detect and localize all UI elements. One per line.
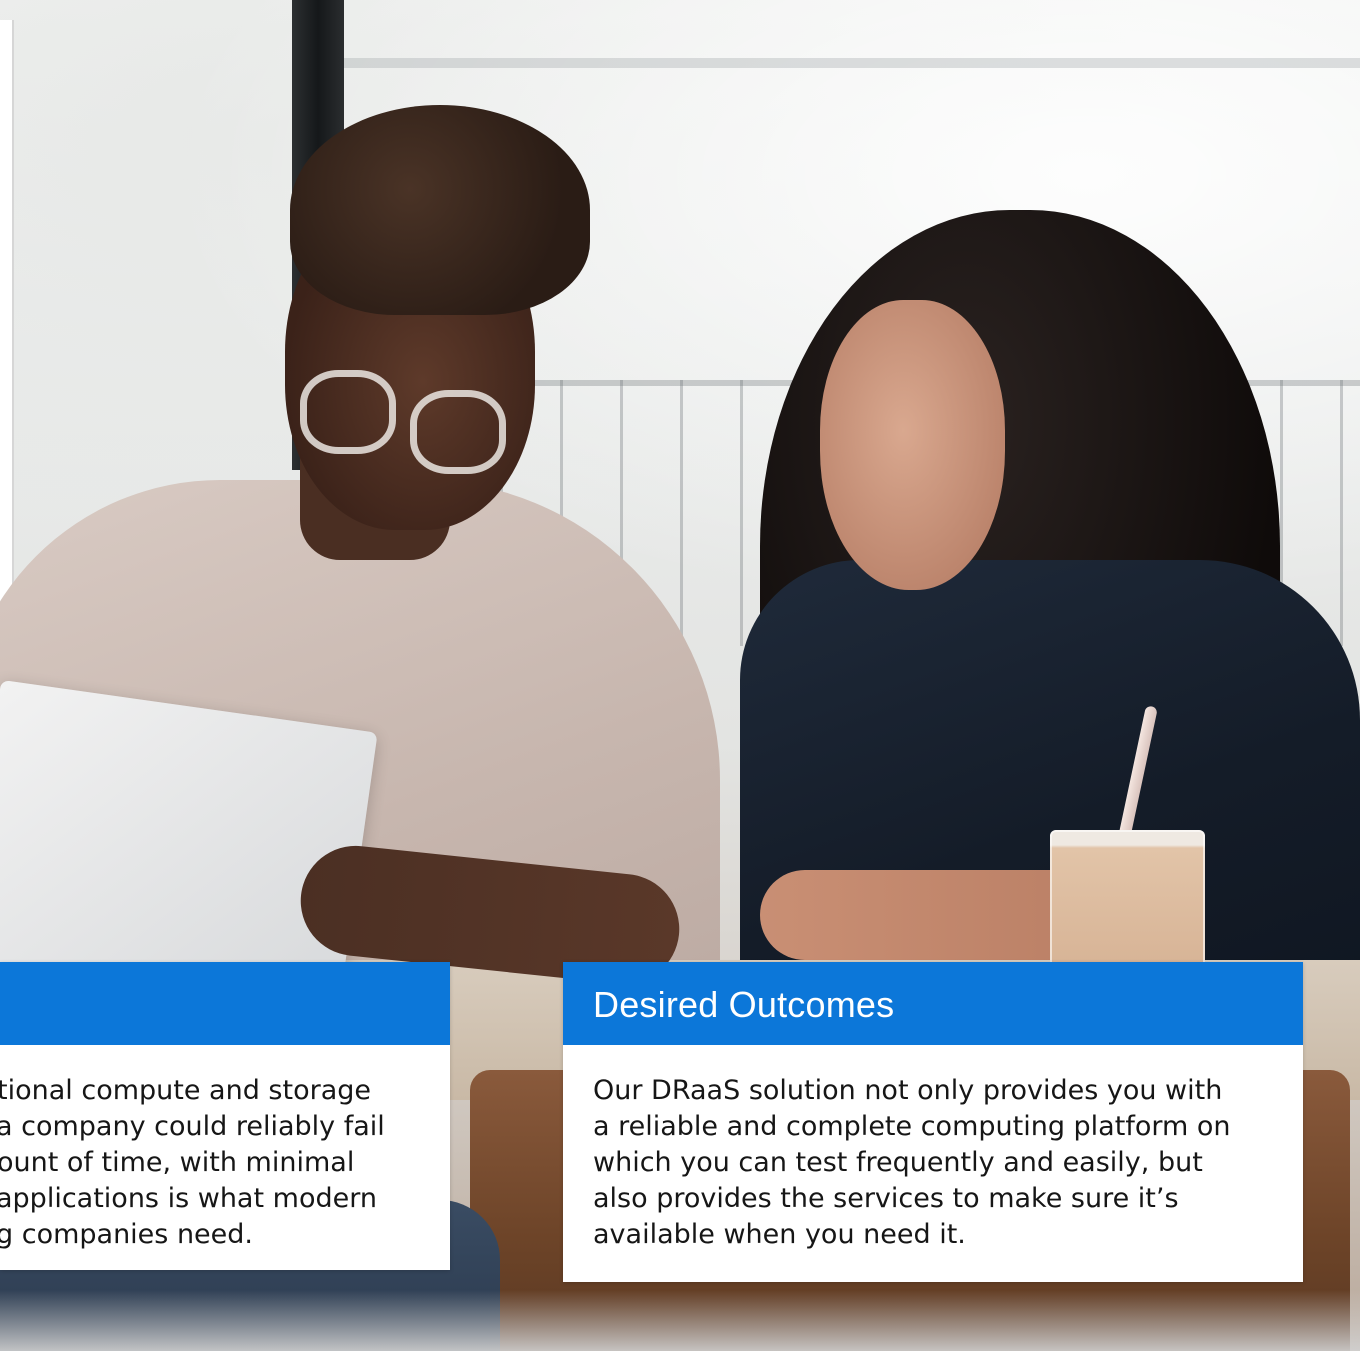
outcome-text-line-3: which you can test frequently and easily… bbox=[593, 1147, 1203, 1178]
iced-coffee-cup bbox=[1050, 830, 1205, 980]
challenge-text-line-2: a company could reliably fail bbox=[0, 1111, 385, 1142]
desired-outcomes-card: Desired Outcomes Our DRaaS solution not … bbox=[563, 962, 1303, 1282]
man-hair bbox=[290, 105, 590, 315]
tablet-device bbox=[0, 679, 378, 1011]
glasses-right-lens bbox=[410, 390, 506, 474]
challenge-card-body: tional compute and storage a company cou… bbox=[0, 1045, 450, 1253]
challenge-text-line-5: g companies need. bbox=[0, 1219, 254, 1250]
floor-fade bbox=[0, 1290, 1360, 1351]
desired-outcomes-body: Our DRaaS solution not only provides you… bbox=[563, 1045, 1303, 1253]
glasses-left-lens bbox=[300, 370, 396, 454]
outcome-text-line-5: available when you need it. bbox=[593, 1219, 966, 1250]
outcome-text-line-1: Our DRaaS solution not only provides you… bbox=[593, 1075, 1223, 1106]
challenge-text-line-4: applications is what modern bbox=[0, 1183, 377, 1214]
desired-outcomes-header: Desired Outcomes bbox=[563, 962, 1303, 1045]
outcome-text-line-4: also provides the services to make sure … bbox=[593, 1183, 1179, 1214]
challenge-text-line-3: ount of time, with minimal bbox=[0, 1147, 355, 1178]
challenge-card-header bbox=[0, 962, 450, 1045]
challenge-text-line-1: tional compute and storage bbox=[0, 1075, 371, 1106]
ceiling-beam bbox=[344, 58, 1360, 68]
outcome-text-line-2: a reliable and complete computing platfo… bbox=[593, 1111, 1231, 1142]
woman-face bbox=[820, 300, 1005, 590]
challenge-card: tional compute and storage a company cou… bbox=[0, 962, 450, 1270]
